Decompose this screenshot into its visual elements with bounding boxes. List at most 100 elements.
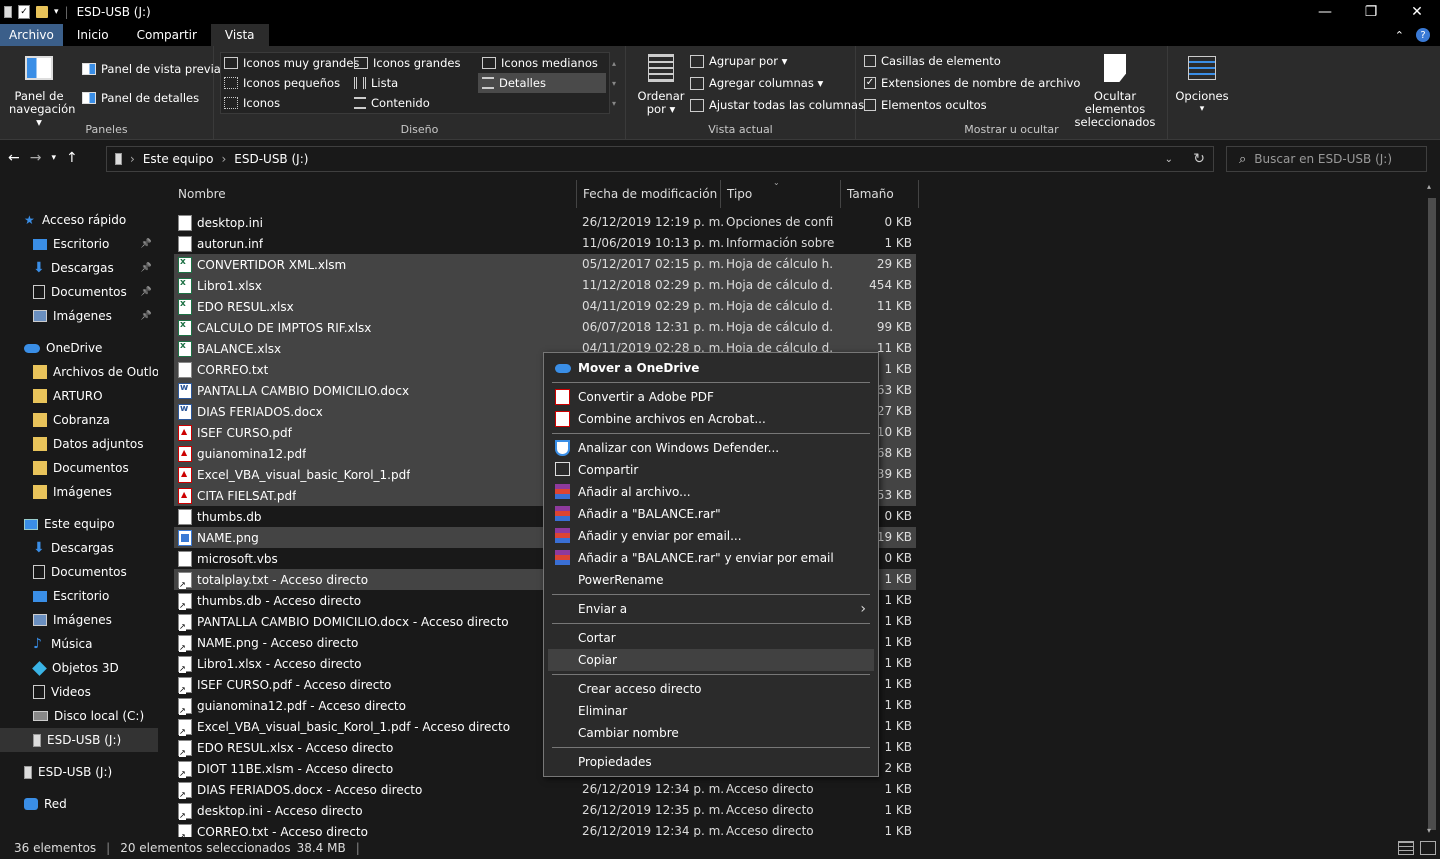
menu-item[interactable]: Añadir a "BALANCE.rar" — [548, 503, 874, 525]
nav-item[interactable]: Imágenes — [0, 608, 158, 632]
file-row[interactable]: desktop.ini - Acceso directo 26/12/2019 1… — [174, 800, 916, 821]
menu-item[interactable]: Añadir y enviar por email... — [548, 525, 874, 547]
file-row[interactable]: CONVERTIDOR XML.xlsm 05/12/2017 02:15 p. … — [174, 254, 916, 275]
nav-item[interactable]: Objetos 3D — [0, 656, 158, 680]
layout-extra-large-icons[interactable]: Iconos muy grandes — [224, 56, 359, 70]
properties-checkmark-icon[interactable]: ✓ — [18, 5, 30, 19]
nav-item[interactable]: Videos — [0, 680, 158, 704]
menu-item[interactable]: Convertir a Adobe PDF — [548, 386, 874, 408]
column-header-nombre[interactable]: Nombre — [172, 180, 577, 208]
checkbox-unchecked[interactable] — [864, 55, 876, 67]
pin-icon[interactable]: 📌 — [141, 239, 152, 249]
hide-selected-button[interactable]: Ocultar elementos seleccionados — [1062, 54, 1168, 129]
layout-small-icons[interactable]: Iconos pequeños — [224, 76, 340, 90]
nav-item[interactable]: Imágenes 📌 — [0, 304, 158, 328]
checkbox-checked[interactable]: ✓ — [864, 77, 876, 89]
nav-item[interactable]: Cobranza — [0, 408, 158, 432]
checkbox-unchecked[interactable] — [864, 99, 876, 111]
nav-item[interactable]: ARTURO — [0, 384, 158, 408]
nav-item[interactable]: Escritorio 📌 — [0, 232, 158, 256]
collapse-ribbon-icon[interactable]: ⌃ — [1395, 29, 1404, 42]
details-view-toggle[interactable] — [1398, 841, 1414, 855]
nav-item[interactable]: Datos adjuntos — [0, 432, 158, 456]
breadcrumb-esd-usb[interactable]: ESD-USB (J:) — [234, 152, 308, 166]
menu-item[interactable]: Añadir al archivo... — [548, 481, 874, 503]
scrollbar-thumb[interactable] — [1428, 198, 1436, 830]
menu-item[interactable]: Eliminar — [548, 700, 874, 722]
tab-vista[interactable]: Vista — [210, 24, 269, 46]
menu-item[interactable]: Enviar a › — [548, 598, 874, 620]
menu-item[interactable]: Combine archivos en Acrobat... — [548, 408, 874, 430]
menu-item[interactable]: Propiedades — [548, 751, 874, 773]
nav-item[interactable]: Disco local (C:) — [0, 704, 158, 728]
tab-inicio[interactable]: Inicio — [63, 24, 123, 46]
scroll-down-icon[interactable]: ▾ — [1427, 826, 1431, 835]
recent-locations-chevron-icon[interactable]: ▾ — [51, 153, 56, 163]
menu-item[interactable]: PowerRename — [548, 569, 874, 591]
nav-item[interactable]: Documentos — [0, 456, 158, 480]
nav-item[interactable]: OneDrive — [0, 336, 158, 360]
customize-toolbar-icon[interactable]: ▾ — [54, 7, 59, 17]
breadcrumb-separator-icon[interactable]: › — [221, 152, 226, 166]
address-history-chevron-icon[interactable]: ⌄ — [1165, 154, 1173, 165]
breadcrumb-este-equipo[interactable]: Este equipo — [143, 152, 214, 166]
file-row[interactable]: CALCULO DE IMPTOS RIF.xlsx 06/07/2018 12:… — [174, 317, 916, 338]
scroll-up-icon[interactable]: ▴ — [1427, 182, 1431, 191]
nav-item[interactable]: Documentos 📌 — [0, 280, 158, 304]
breadcrumb-separator-icon[interactable]: › — [130, 152, 135, 166]
options-button[interactable]: Opciones ▾ — [1172, 56, 1232, 116]
pin-icon[interactable]: 📌 — [141, 263, 152, 273]
item-checkboxes-toggle[interactable]: Casillas de elemento — [864, 54, 1001, 68]
nav-item[interactable]: ESD-USB (J:) — [0, 760, 158, 784]
forward-arrow-icon[interactable]: → — [30, 150, 42, 166]
address-bar[interactable]: › Este equipo › ESD-USB (J:) ⌄ ↻ — [106, 146, 1214, 172]
gallery-scroll[interactable]: ▴ ▾ ▾ — [612, 54, 616, 114]
nav-item[interactable]: Red — [0, 792, 158, 816]
sort-by-button[interactable]: Ordenar por ▾ — [636, 54, 686, 116]
nav-item[interactable]: ♪ Música — [0, 632, 158, 656]
column-header-tipo[interactable]: Tipo ⌄ — [721, 180, 841, 208]
nav-item[interactable]: Este equipo — [0, 512, 158, 536]
new-folder-icon[interactable] — [36, 6, 48, 18]
nav-item[interactable]: ESD-USB (J:) — [0, 728, 158, 752]
nav-item[interactable]: ★ Acceso rápido — [0, 208, 158, 232]
file-row[interactable]: Libro1.xlsx 11/12/2018 02:29 p. m.Hoja de… — [174, 275, 916, 296]
nav-item[interactable]: ⬇ Descargas — [0, 536, 158, 560]
add-columns-button[interactable]: Agregar columnas ▾ — [690, 76, 823, 90]
nav-item[interactable]: Imágenes — [0, 480, 158, 504]
tab-archivo[interactable]: Archivo — [0, 24, 63, 46]
layout-content[interactable]: Contenido — [354, 96, 430, 110]
up-arrow-icon[interactable]: ↑ — [66, 150, 78, 166]
menu-item[interactable]: Cortar — [548, 627, 874, 649]
layout-list[interactable]: Lista — [354, 76, 398, 90]
maximize-button[interactable]: ❐ — [1348, 0, 1394, 24]
menu-item[interactable]: Compartir — [548, 459, 874, 481]
layout-large-icons[interactable]: Iconos grandes — [354, 56, 460, 70]
back-arrow-icon[interactable]: ← — [8, 150, 20, 166]
pin-icon[interactable]: 📌 — [141, 311, 152, 321]
nav-item[interactable]: Archivos de Outloo — [0, 360, 158, 384]
menu-item[interactable]: Cambiar nombre — [548, 722, 874, 744]
layout-icons[interactable]: Iconos — [224, 96, 280, 110]
menu-item[interactable]: Mover a OneDrive — [548, 357, 874, 379]
file-row[interactable]: desktop.ini 26/12/2019 12:19 p. m. Opcione… — [174, 212, 916, 233]
file-row[interactable]: CORREO.txt - Acceso directo 26/12/2019 12… — [174, 821, 916, 837]
nav-item[interactable]: ⬇ Descargas 📌 — [0, 256, 158, 280]
close-button[interactable]: ✕ — [1394, 0, 1440, 24]
file-row[interactable]: DIAS FERIADOS.docx - Acceso directo 26/12… — [174, 779, 916, 800]
column-header-fecha[interactable]: Fecha de modificación — [577, 180, 721, 208]
file-extensions-toggle[interactable]: ✓ Extensiones de nombre de archivo — [864, 76, 1080, 90]
nav-pane-button[interactable]: Panel de navegación ▾ — [6, 56, 75, 129]
layout-details[interactable]: Detalles — [478, 73, 606, 93]
group-by-button[interactable]: Agrupar por ▾ — [690, 54, 787, 68]
vertical-scrollbar[interactable]: ▴ ▾ — [1424, 180, 1440, 837]
search-input[interactable]: ⌕ Buscar en ESD-USB (J:) — [1226, 146, 1427, 172]
nav-item[interactable]: Documentos — [0, 560, 158, 584]
pin-icon[interactable]: 📌 — [141, 287, 152, 297]
minimize-button[interactable]: — — [1302, 0, 1348, 24]
help-icon[interactable]: ? — [1416, 28, 1430, 42]
preview-pane-button[interactable]: Panel de vista previa — [82, 62, 221, 76]
details-pane-button[interactable]: Panel de detalles — [82, 91, 199, 105]
layout-medium-icons[interactable]: Iconos medianos — [482, 56, 598, 70]
tab-compartir[interactable]: Compartir — [123, 24, 211, 46]
